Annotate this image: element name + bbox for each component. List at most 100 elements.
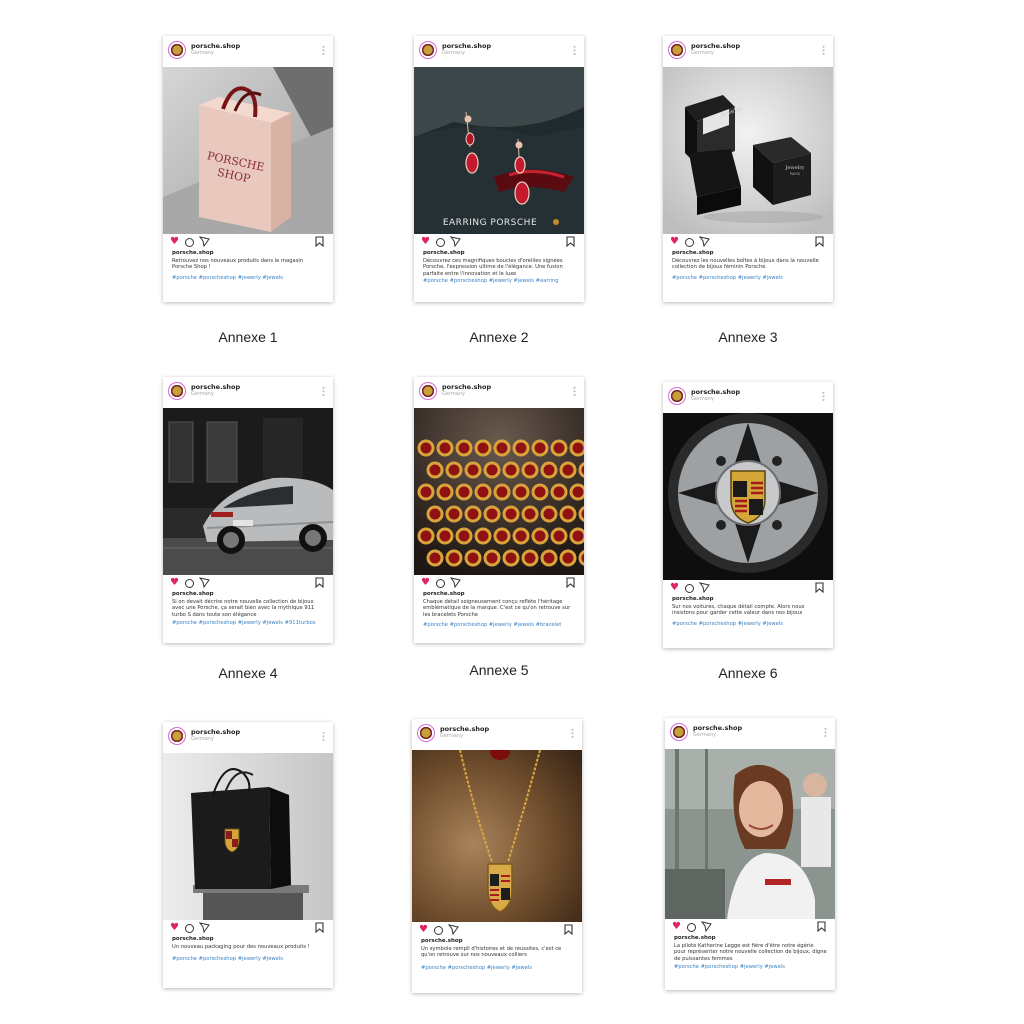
avatar[interactable] (668, 41, 686, 59)
caption-username[interactable]: porsche.shop (421, 938, 582, 945)
bookmark-icon[interactable] (815, 582, 824, 593)
more-vertical-icon[interactable] (322, 45, 325, 56)
more-vertical-icon[interactable] (822, 391, 825, 402)
post-actions: ♥ (163, 575, 333, 591)
hashtags[interactable]: #porsche #porscheshop #jewerly #jewels (172, 275, 329, 282)
bracelet-stone (445, 505, 463, 523)
send-icon[interactable] (699, 582, 710, 593)
heart-icon[interactable]: ♥ (170, 237, 179, 247)
comment-icon[interactable] (436, 579, 445, 588)
send-icon[interactable] (199, 922, 210, 933)
account-name[interactable]: porsche.shop (191, 383, 240, 391)
post-header: porsche.shop Germany (412, 719, 582, 750)
hashtags[interactable]: #porsche #porscheshop #jewerly #jewels (672, 275, 829, 282)
comment-icon[interactable] (185, 238, 194, 247)
bracelet-stone (464, 461, 482, 479)
avatar[interactable] (419, 382, 437, 400)
bookmark-icon[interactable] (315, 577, 324, 588)
caption-username[interactable]: porsche.shop (672, 250, 833, 257)
comment-icon[interactable] (685, 584, 694, 593)
account-name[interactable]: porsche.shop (691, 388, 740, 396)
comment-icon[interactable] (185, 924, 194, 933)
more-vertical-icon[interactable] (573, 386, 576, 397)
hashtags[interactable]: #porsche #porscheshop #jewerly #jewels #… (423, 622, 580, 629)
send-icon[interactable] (701, 921, 712, 932)
caption-username[interactable]: porsche.shop (172, 936, 333, 943)
bracelet-stone (512, 527, 530, 545)
send-icon[interactable] (199, 236, 210, 247)
bookmark-icon[interactable] (815, 236, 824, 247)
account-name[interactable]: porsche.shop (442, 383, 491, 391)
account-name[interactable]: porsche.shop (693, 724, 742, 732)
bookmark-icon[interactable] (564, 924, 573, 935)
hashtags[interactable]: #porsche #porscheshop #jewerly #jewels (421, 965, 578, 972)
hashtags[interactable]: #porsche #porscheshop #jewerly #jewels #… (423, 278, 580, 285)
hashtags[interactable]: #porsche #porscheshop #jewerly #jewels (674, 964, 831, 971)
caption-username[interactable]: porsche.shop (172, 250, 333, 257)
heart-icon[interactable]: ♥ (421, 578, 430, 588)
more-vertical-icon[interactable] (322, 386, 325, 397)
caption-username[interactable]: porsche.shop (672, 596, 833, 603)
bookmark-icon[interactable] (566, 236, 575, 247)
bracelet-stone (569, 483, 584, 501)
caption-username[interactable]: porsche.shop (423, 591, 584, 598)
account-name[interactable]: porsche.shop (191, 42, 240, 50)
account-name[interactable]: porsche.shop (691, 42, 740, 50)
caption-username[interactable]: porsche.shop (423, 250, 584, 257)
bookmark-icon[interactable] (315, 922, 324, 933)
send-icon[interactable] (199, 577, 210, 588)
account-name[interactable]: porsche.shop (442, 42, 491, 50)
bookmark-icon[interactable] (817, 921, 826, 932)
send-icon[interactable] (448, 924, 459, 935)
send-icon[interactable] (450, 236, 461, 247)
avatar[interactable] (670, 723, 688, 741)
avatar[interactable] (168, 41, 186, 59)
comment-icon[interactable] (434, 926, 443, 935)
post-card-8: porsche.shop Germany ♥ porsche.shop Un s… (412, 719, 582, 993)
caption-username[interactable]: porsche.shop (674, 935, 835, 942)
hashtags[interactable]: #porsche #porscheshop #jewerly #jewels (172, 956, 329, 963)
avatar[interactable] (417, 724, 435, 742)
post-image-driver-portrait (665, 749, 835, 919)
heart-icon[interactable]: ♥ (670, 583, 679, 593)
post-header: porsche.shop Germany (663, 382, 833, 413)
heart-icon[interactable]: ♥ (419, 925, 428, 935)
bookmark-icon[interactable] (566, 577, 575, 588)
avatar[interactable] (419, 41, 437, 59)
caption-text: Découvrez ces magnifiques boucles d'orei… (423, 258, 563, 277)
more-vertical-icon[interactable] (322, 731, 325, 742)
send-icon[interactable] (699, 236, 710, 247)
avatar[interactable] (668, 387, 686, 405)
post-image-shopping-bag: PORSCHE SHOP (163, 67, 333, 234)
bracelet-stone (426, 505, 444, 523)
more-vertical-icon[interactable] (824, 727, 827, 738)
bookmark-icon[interactable] (315, 236, 324, 247)
bracelet-stone (417, 483, 435, 501)
bracelet-stone (436, 483, 454, 501)
caption-text: Retrouvez nos nouveaux produits dans le … (172, 258, 304, 271)
comment-icon[interactable] (185, 579, 194, 588)
bracelet-stone (559, 505, 577, 523)
send-icon[interactable] (450, 577, 461, 588)
comment-icon[interactable] (685, 238, 694, 247)
more-vertical-icon[interactable] (573, 45, 576, 56)
comment-icon[interactable] (687, 923, 696, 932)
more-vertical-icon[interactable] (571, 728, 574, 739)
account-name[interactable]: porsche.shop (440, 725, 489, 733)
caption-username[interactable]: porsche.shop (172, 591, 333, 598)
post-card-7: porsche.shop Germany ♥ porsche.shop Un n… (163, 722, 333, 988)
account-name[interactable]: porsche.shop (191, 728, 240, 736)
post-image-porsche-911 (163, 408, 333, 575)
heart-icon[interactable]: ♥ (421, 237, 430, 247)
avatar[interactable] (168, 382, 186, 400)
heart-icon[interactable]: ♥ (670, 237, 679, 247)
heart-icon[interactable]: ♥ (170, 578, 179, 588)
hashtags[interactable]: #porsche #porscheshop #jewerly #jewels #… (172, 620, 329, 627)
heart-icon[interactable]: ♥ (170, 923, 179, 933)
more-vertical-icon[interactable] (822, 45, 825, 56)
comment-icon[interactable] (436, 238, 445, 247)
hashtags[interactable]: #porsche #porscheshop #jewerly #jewels (672, 621, 829, 628)
avatar[interactable] (168, 727, 186, 745)
bracelet-stone (436, 439, 454, 457)
heart-icon[interactable]: ♥ (672, 922, 681, 932)
